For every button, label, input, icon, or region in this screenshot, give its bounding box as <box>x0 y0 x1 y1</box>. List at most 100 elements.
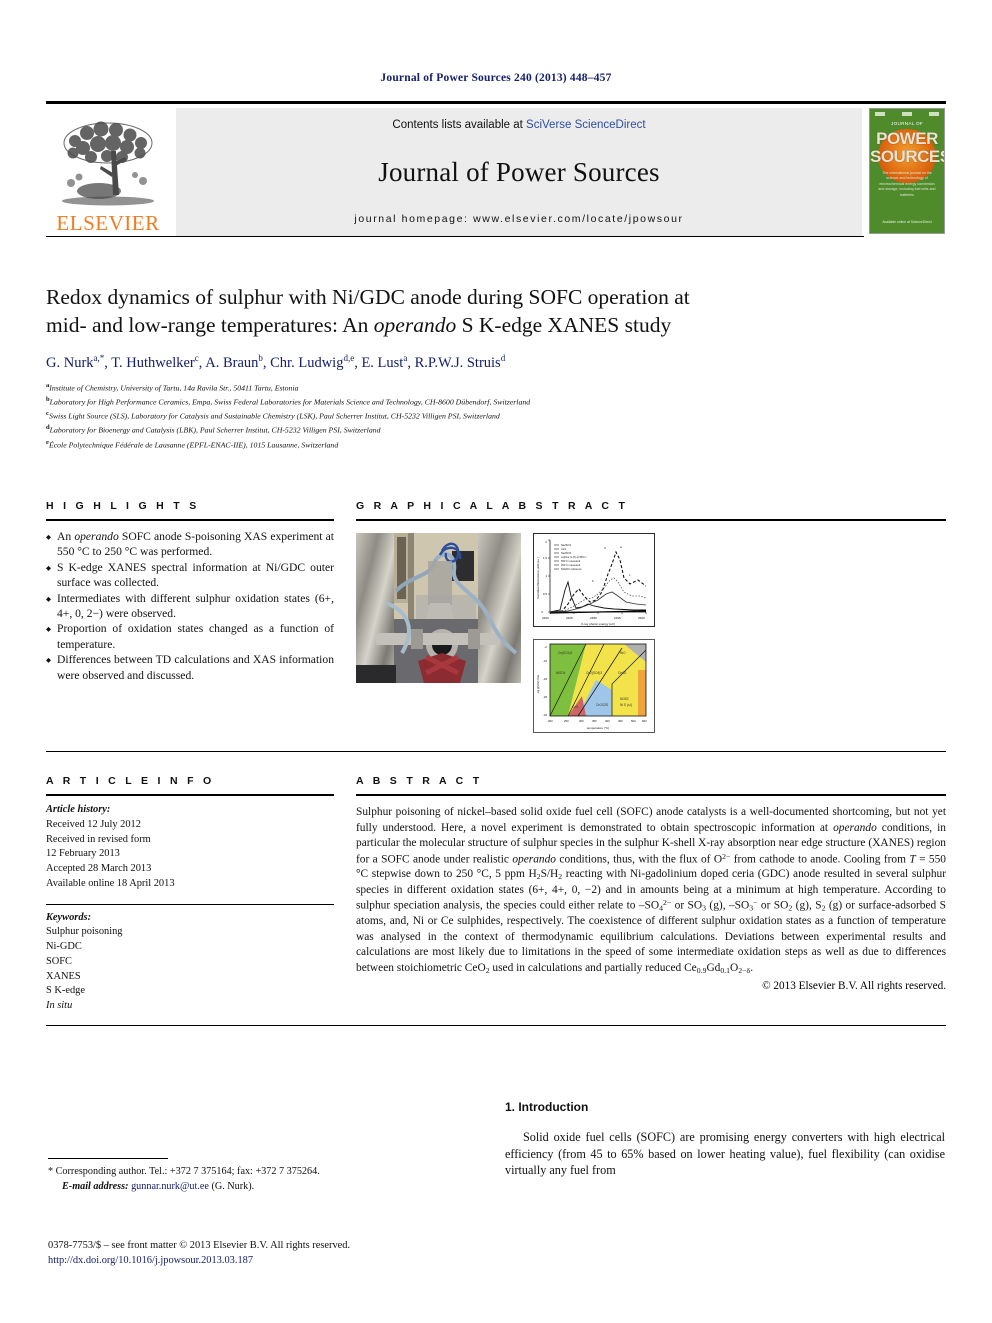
svg-text:2495: 2495 <box>614 616 621 620</box>
svg-text:600: 600 <box>642 719 647 723</box>
svg-text:Ni3S2: Ni3S2 <box>620 697 629 701</box>
author-list: G. Nurka,*, T. Huthwelkerc, A. Braunb, C… <box>46 353 506 371</box>
graphical-abstract-rule <box>356 519 946 521</box>
abstract-sup-2: 2− <box>662 898 672 908</box>
affiliation-b: bLaboratory for High Performance Ceramic… <box>46 395 946 409</box>
svg-text:log p(SO2) / bar: log p(SO2) / bar <box>536 675 540 694</box>
email-suffix: (G. Nurk). <box>208 1181 255 1193</box>
svg-text:Ni/GDC reference: Ni/GDC reference <box>561 567 582 571</box>
author-name: A. Braun <box>205 354 259 371</box>
journal-homepage-link[interactable]: journal homepage: www.elsevier.com/locat… <box>354 213 683 225</box>
affiliation-text: Institute of Chemistry, University of Ta… <box>49 383 299 393</box>
title-line-2a: mid- and low-range temperatures: An <box>46 312 374 337</box>
journal-cover-thumb[interactable]: JOURNAL OF POWER SOURCES The internation… <box>868 108 946 236</box>
list-item: An operando SOFC anode S-poisoning XAS e… <box>46 529 334 560</box>
abstract-seg-11: (g), S <box>792 899 822 912</box>
author-name: Chr. Ludwig <box>270 354 344 371</box>
author-4[interactable]: E. Lusta <box>361 353 407 371</box>
masthead-bottom-rule <box>46 236 864 237</box>
author-3[interactable]: Chr. Ludwigd,e <box>270 353 354 371</box>
article-info-heading: A R T I C L E I N F O <box>46 775 215 787</box>
graphical-abstract-figures: Na2SO4 CeS Na2SO3 sulphur S (0) at 550 C 55… <box>356 533 946 733</box>
email-link[interactable]: gunnar.nurk@ut.ee <box>131 1181 209 1192</box>
email-label: E-mail address: <box>62 1181 129 1193</box>
affiliation-list: aInstitute of Chemistry, University of T… <box>46 381 946 452</box>
svg-text:-32: -32 <box>543 713 547 717</box>
author-5[interactable]: R.P.W.J. Struisd <box>415 353 506 371</box>
highlight-text: Differences between TD calculations and … <box>57 653 334 682</box>
elsevier-logo: ELSEVIER <box>46 108 170 236</box>
svg-text:550 C measured: 550 C measured <box>561 559 581 563</box>
author-marks: c <box>194 353 199 364</box>
keywords-block: Keywords: Sulphur poisoning Ni-GDC SOFC … <box>46 911 334 1014</box>
affiliation-e: eÉcole Polytechnique Fédérale de Lausann… <box>46 438 946 452</box>
history-accepted: Accepted 28 March 2013 <box>46 863 152 875</box>
keyword-2: SOFC <box>46 955 72 967</box>
title-operando-italic: operando <box>373 312 457 337</box>
author-name: T. Huthwelker <box>111 354 195 371</box>
highlight-text: S K-edge XANES spectral information at N… <box>57 560 334 590</box>
highlight-em: operando <box>74 530 119 543</box>
list-item: S K-edge XANES spectral information at N… <box>46 560 334 591</box>
svg-text:2500: 2500 <box>638 616 645 620</box>
svg-text:CeO2: CeO2 <box>618 671 627 675</box>
svg-text:-25: -25 <box>543 695 547 699</box>
cover-footer: Available online at ScienceDirect <box>882 219 932 224</box>
keyword-1: Ni-GDC <box>46 941 82 953</box>
svg-text:Ni S (s,l): Ni S (s,l) <box>620 703 632 707</box>
experimental-setup-photo <box>356 533 521 683</box>
abstract-sub-11: 2−δ <box>738 965 751 975</box>
graphical-abstract-heading: G R A P H I C A L A B S T R A C T <box>356 500 629 512</box>
issn-line: 0378-7753/$ – see front matter © 2013 El… <box>48 1240 351 1251</box>
abstract-rule <box>356 794 946 796</box>
abstract-seg-3: conditions, thus, with the flux of O <box>556 852 723 865</box>
author-marks: a,* <box>93 353 105 364</box>
graphical-abstract-charts: Na2SO4 CeS Na2SO3 sulphur S (0) at 550 C 55… <box>533 533 655 733</box>
email-line: E-mail address: gunnar.nurk@ut.ee (G. Nu… <box>48 1179 448 1194</box>
author-2[interactable]: A. Braunb <box>205 353 263 371</box>
introduction-paragraph: Solid oxide fuel cells (SOFC) are promis… <box>505 1130 945 1178</box>
keyword-5: In situ <box>46 1000 73 1012</box>
highlights-ga-band: H I G H L I G H T S An operando SOFC ano… <box>46 500 946 752</box>
highlight-text: Proportion of oxidation states changed a… <box>57 622 334 651</box>
corresponding-author-note: * Corresponding author. Tel.: +372 7 375… <box>48 1164 448 1195</box>
masthead-center: Contents lists available at SciVerse Sci… <box>176 108 862 236</box>
corresponding-author-line: * Corresponding author. Tel.: +372 7 375… <box>48 1166 320 1177</box>
highlights-rule <box>46 519 334 521</box>
svg-text:CeS: CeS <box>561 547 566 551</box>
abstract-bottom-rule <box>46 1024 946 1026</box>
author-1[interactable]: T. Huthwelkerc <box>111 353 199 371</box>
history-online: Available online 18 April 2013 <box>46 877 175 889</box>
svg-text:200: 200 <box>548 719 553 723</box>
graphical-abstract-column: G R A P H I C A L A B S T R A C T Na2SO4… <box>356 500 946 733</box>
author-0[interactable]: G. Nurka,* <box>46 353 105 371</box>
paper-page: Journal of Power Sources 240 (2013) 448–… <box>0 0 992 1323</box>
svg-text:Normalised fluorescence yield: Normalised fluorescence yield (a.u.) <box>536 557 540 599</box>
phase-diagram-chart: Ce(SO4)2 NiSO4 Ce2(SO4)3 CeO2 NiO Ce2O2S… <box>533 639 655 733</box>
doi-link[interactable]: http://dx.doi.org/10.1016/j.jpowsour.201… <box>48 1253 478 1268</box>
highlights-column: H I G H L I G H T S An operando SOFC ano… <box>46 500 334 733</box>
author-marks: b <box>258 353 263 364</box>
cover-subtitle: The international journal on the science… <box>878 171 936 197</box>
svg-text:temperature (°C): temperature (°C) <box>587 726 609 730</box>
abstract-seg-6: S/H <box>540 868 559 881</box>
journal-title: Journal of Power Sources <box>378 156 660 187</box>
list-item: Differences between TD calculations and … <box>46 652 334 683</box>
band-divider-rule <box>46 751 946 752</box>
affiliation-a: aInstitute of Chemistry, University of T… <box>46 381 946 395</box>
highlight-text: An <box>57 530 75 543</box>
title-line-1: Redox dynamics of sulphur with Ni/GDC an… <box>46 285 690 309</box>
svg-text:NiSO4: NiSO4 <box>556 671 566 675</box>
page-title: Redox dynamics of sulphur with Ni/GDC an… <box>46 284 946 339</box>
footnote-rule <box>48 1158 168 1159</box>
svg-text:300: 300 <box>579 719 584 723</box>
abstract-seg-10: or SO <box>757 899 789 912</box>
contents-prefix: Contents lists available at <box>392 119 527 131</box>
svg-text:sulphur S (0) at 550 C: sulphur S (0) at 550 C <box>561 555 587 559</box>
elsevier-tree-icon <box>62 121 154 206</box>
sciencedirect-link[interactable]: SciVerse ScienceDirect <box>526 119 646 131</box>
list-item: Proportion of oxidation states changed a… <box>46 621 334 652</box>
journal-masthead: ELSEVIER Contents lists available at Sci… <box>46 101 946 237</box>
author-name: G. Nurk <box>46 354 94 371</box>
svg-text:Ce2O2S: Ce2O2S <box>596 703 608 707</box>
